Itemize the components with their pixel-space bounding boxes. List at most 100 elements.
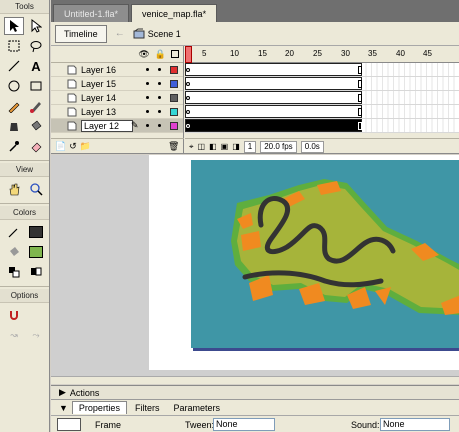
layer-name[interactable]: Layer 14 (81, 93, 133, 103)
frame-row[interactable] (185, 63, 459, 77)
venice-map-graphic[interactable] (149, 155, 459, 370)
onion-markers-icon[interactable]: ◨ (232, 142, 240, 151)
visibility-dot[interactable] (146, 110, 149, 113)
fill-color-swatch[interactable] (26, 243, 46, 261)
subselection-tool-icon[interactable] (26, 17, 46, 35)
smooth-option-icon[interactable]: ↝ (4, 326, 24, 344)
visibility-dot[interactable] (146, 82, 149, 85)
stage-canvas[interactable] (149, 155, 459, 370)
lock-icon[interactable]: 🔒 (155, 49, 166, 60)
fill-color-icon[interactable] (4, 243, 24, 261)
text-tool-icon[interactable]: A (26, 57, 46, 75)
layer-row[interactable]: Layer 14 (51, 91, 183, 105)
frame-ruler[interactable]: 151015202530354045 (185, 46, 459, 63)
tab-venice-map[interactable]: venice_map.fla* (131, 4, 218, 22)
tab-parameters[interactable]: Parameters (167, 402, 226, 414)
sound-select[interactable]: None (380, 418, 450, 431)
swap-colors-icon[interactable] (26, 263, 46, 281)
layer-row[interactable]: Layer 16 (51, 63, 183, 77)
keyframe-dot (186, 68, 190, 72)
stroke-color-icon[interactable] (4, 223, 24, 241)
layer-name[interactable]: Layer 12 (81, 119, 133, 132)
black-white-icon[interactable] (4, 263, 24, 281)
keyframe-span[interactable] (185, 91, 362, 104)
scene-indicator[interactable]: Scene 1 (133, 28, 181, 40)
layer-name[interactable]: Layer 15 (81, 79, 133, 89)
keyframe-dot (186, 82, 190, 86)
pencil-tool-icon[interactable] (4, 97, 24, 115)
rectangle-tool-icon[interactable] (26, 77, 46, 95)
line-tool-icon[interactable] (4, 57, 24, 75)
oval-tool-icon[interactable] (4, 77, 24, 95)
snap-magnet-icon[interactable] (4, 306, 24, 324)
add-guide-icon[interactable]: ↺ (69, 141, 77, 152)
frame-row[interactable] (185, 77, 459, 91)
layer-outline-color[interactable] (170, 80, 178, 88)
center-frame-icon[interactable]: ⌖ (189, 142, 194, 152)
delete-layer-icon[interactable]: 🗑 (168, 141, 179, 152)
onion-outline-icon[interactable]: ◧ (209, 142, 217, 151)
tab-untitled[interactable]: Untitled-1.fla* (53, 4, 130, 22)
lock-dot[interactable] (158, 68, 161, 71)
straighten-option-icon[interactable]: ⤳ (26, 326, 46, 344)
layer-outline-color[interactable] (170, 66, 178, 74)
tween-select[interactable]: None (213, 418, 275, 431)
stroke-color-swatch[interactable] (26, 223, 46, 241)
layer-row[interactable]: Layer 15 (51, 77, 183, 91)
frame-rate[interactable]: 20.0 fps (260, 140, 297, 153)
free-transform-tool-icon[interactable] (4, 37, 24, 55)
eye-icon[interactable]: 👁 (138, 49, 149, 60)
elapsed-time: 0.0s (300, 140, 324, 153)
actions-panel-header[interactable]: ▶ Actions (51, 385, 459, 400)
onion-skin-icon[interactable]: ◫ (198, 142, 206, 151)
layer-row[interactable]: Layer 13 (51, 105, 183, 119)
visibility-dot[interactable] (146, 68, 149, 71)
visibility-dot[interactable] (146, 124, 149, 127)
eraser-tool-icon[interactable] (26, 137, 46, 155)
zoom-tool-icon[interactable] (26, 180, 46, 198)
layer-footer: 📄 ↺ 📁 🗑 (51, 138, 184, 154)
horizontal-scrollbar[interactable] (51, 376, 459, 384)
end-frame-marker (358, 108, 362, 116)
tab-filters[interactable]: Filters (129, 402, 166, 414)
layer-name[interactable]: Layer 16 (81, 65, 133, 75)
lock-dot[interactable] (158, 96, 161, 99)
visibility-dot[interactable] (146, 96, 149, 99)
keyframe-span[interactable] (185, 105, 362, 118)
playhead[interactable] (185, 46, 192, 63)
lock-dot[interactable] (158, 110, 161, 113)
layer-name[interactable]: Layer 13 (81, 107, 133, 117)
keyframe-span[interactable] (185, 77, 362, 90)
collapse-properties-icon[interactable]: ▼ (59, 403, 68, 413)
layer-row[interactable]: Layer 12 ✎ (51, 119, 183, 133)
eyedropper-tool-icon[interactable] (4, 137, 24, 155)
keyframe-span[interactable] (185, 63, 362, 76)
ink-bottle-tool-icon[interactable] (4, 117, 24, 135)
layer-outline-color[interactable] (170, 108, 178, 116)
lock-dot[interactable] (158, 124, 161, 127)
timeline-status-bar: ⌖ ◫ ◧ ▣ ◨ 1 20.0 fps 0.0s (185, 138, 459, 154)
frame-row[interactable] (185, 91, 459, 105)
keyframe-span[interactable] (185, 119, 362, 132)
keyframe-dot (186, 124, 190, 128)
back-arrow-icon[interactable]: ← (115, 28, 125, 39)
layer-outline-color[interactable] (170, 94, 178, 102)
selection-tool-icon[interactable] (4, 17, 24, 35)
timeline-button[interactable]: Timeline (55, 24, 107, 43)
paint-bucket-tool-icon[interactable] (26, 117, 46, 135)
lock-dot[interactable] (158, 82, 161, 85)
frame-row[interactable] (185, 119, 459, 133)
lasso-tool-icon[interactable] (26, 37, 46, 55)
edit-multiple-icon[interactable]: ▣ (221, 142, 229, 151)
frame-row[interactable] (185, 105, 459, 119)
hand-tool-icon[interactable] (4, 180, 24, 198)
add-folder-icon[interactable]: 📁 (80, 141, 91, 152)
add-layer-icon[interactable]: 📄 (55, 141, 66, 152)
stage-area[interactable] (51, 155, 459, 382)
brush-tool-icon[interactable] (26, 97, 46, 115)
layer-outline-color[interactable] (170, 122, 178, 130)
frames-area[interactable]: 151015202530354045 ⌖ ◫ ◧ ▣ ◨ 1 20.0 fps … (185, 46, 459, 154)
outline-icon[interactable] (171, 50, 179, 58)
tab-properties[interactable]: Properties (71, 401, 127, 414)
expand-actions-icon[interactable]: ▶ (59, 387, 66, 398)
